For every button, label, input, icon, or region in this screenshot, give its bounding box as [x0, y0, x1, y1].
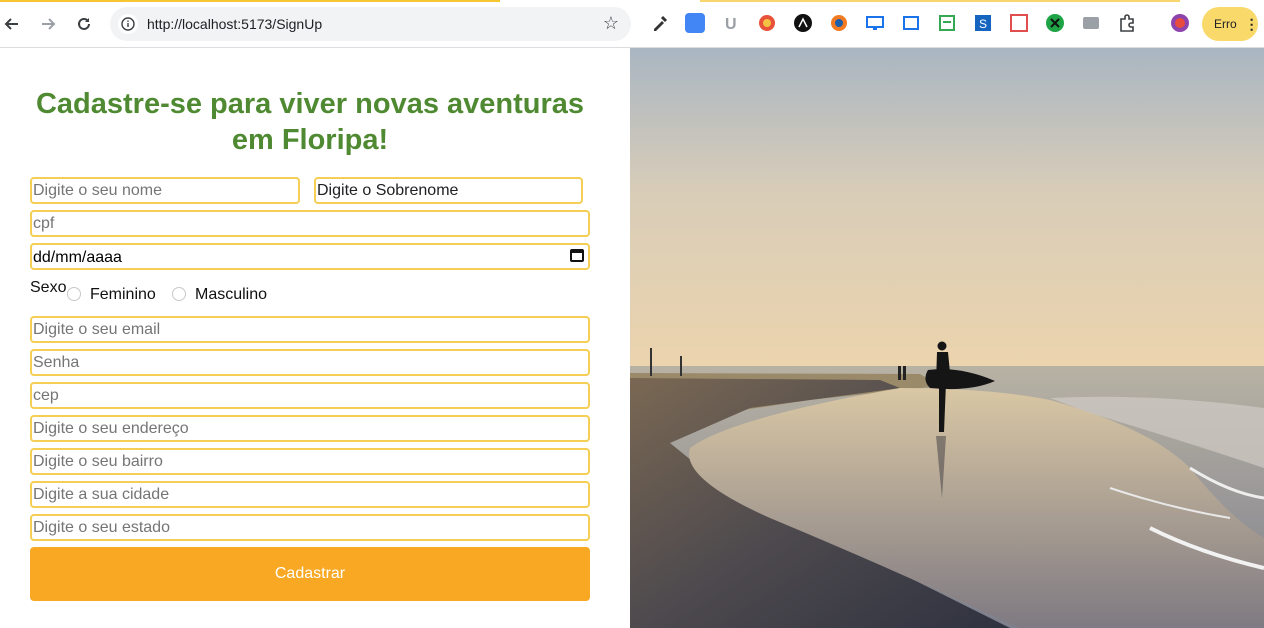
profile-avatar-icon[interactable]	[1170, 13, 1190, 33]
sheet-extension-icon[interactable]	[937, 13, 957, 33]
kebab-menu-icon[interactable]: ⋮	[1245, 16, 1259, 33]
bookmark-star-icon[interactable]: ☆	[603, 13, 619, 34]
forward-arrow-icon	[42, 18, 56, 30]
arc-extension-icon[interactable]	[793, 13, 813, 33]
first-name-input[interactable]	[30, 177, 300, 204]
back-arrow-icon	[4, 18, 18, 30]
back-button[interactable]	[0, 12, 24, 36]
s-extension-icon[interactable]: S	[973, 13, 993, 33]
url-text[interactable]: http://localhost:5173/SignUp	[147, 16, 322, 32]
profile-error-label: Erro	[1214, 17, 1237, 31]
monitor-extension-icon[interactable]	[865, 13, 885, 33]
reload-button[interactable]	[72, 12, 96, 36]
eyedropper-extension-icon[interactable]	[650, 13, 670, 33]
fifty-extension-icon[interactable]	[757, 13, 777, 33]
city-input[interactable]	[30, 481, 590, 508]
browser-toolbar: http://localhost:5173/SignUp ☆ U S Erro …	[0, 0, 1264, 48]
cep-input[interactable]	[30, 382, 590, 409]
password-input[interactable]	[30, 349, 590, 376]
submit-button[interactable]: Cadastrar	[30, 547, 590, 601]
swirl-extension-icon[interactable]	[829, 13, 849, 33]
sex-female-radio[interactable]	[67, 287, 81, 301]
birthdate-input[interactable]: dd/mm/aaaa	[30, 243, 590, 270]
svg-text:U: U	[725, 16, 737, 33]
beach-surfer-photo-image	[630, 48, 1264, 628]
reload-icon	[78, 17, 90, 30]
beach-surfer-photo	[630, 48, 1264, 628]
page-title: Cadastre-se para viver novas aventuras e…	[35, 88, 585, 156]
sex-female-label: Feminino	[90, 286, 156, 303]
loading-bar	[0, 0, 500, 2]
profile-error-button[interactable]: Erro ⋮	[1202, 7, 1259, 41]
email-input[interactable]	[30, 316, 590, 343]
signup-form-panel: Cadastre-se para viver novas aventuras e…	[0, 48, 630, 628]
sex-male-radio[interactable]	[172, 287, 186, 301]
svg-text:S: S	[979, 17, 987, 31]
x-extension-icon[interactable]	[1045, 13, 1065, 33]
address-input[interactable]	[30, 415, 590, 442]
sex-male-label: Masculino	[195, 286, 268, 303]
camera-extension-icon[interactable]	[1081, 13, 1101, 33]
calendar-icon[interactable]	[570, 249, 584, 262]
n-extension-icon[interactable]	[1009, 13, 1029, 33]
last-name-input[interactable]	[314, 177, 583, 204]
sex-label: Sexo	[30, 279, 67, 296]
forward-button[interactable]	[36, 12, 60, 36]
state-input[interactable]	[30, 514, 590, 541]
u-extension-icon[interactable]: U	[721, 13, 741, 33]
neighborhood-input[interactable]	[30, 448, 590, 475]
translate-extension-icon[interactable]	[685, 13, 705, 33]
site-info-icon[interactable]	[118, 14, 138, 34]
cpf-input[interactable]	[30, 210, 590, 237]
tab-extension-icon[interactable]	[901, 13, 921, 33]
loading-bar-secondary	[700, 0, 1180, 2]
extensions-puzzle-icon[interactable]	[1117, 13, 1137, 33]
address-bar[interactable]: http://localhost:5173/SignUp ☆	[110, 7, 631, 41]
birthdate-value: dd/mm/aaaa	[33, 249, 122, 266]
